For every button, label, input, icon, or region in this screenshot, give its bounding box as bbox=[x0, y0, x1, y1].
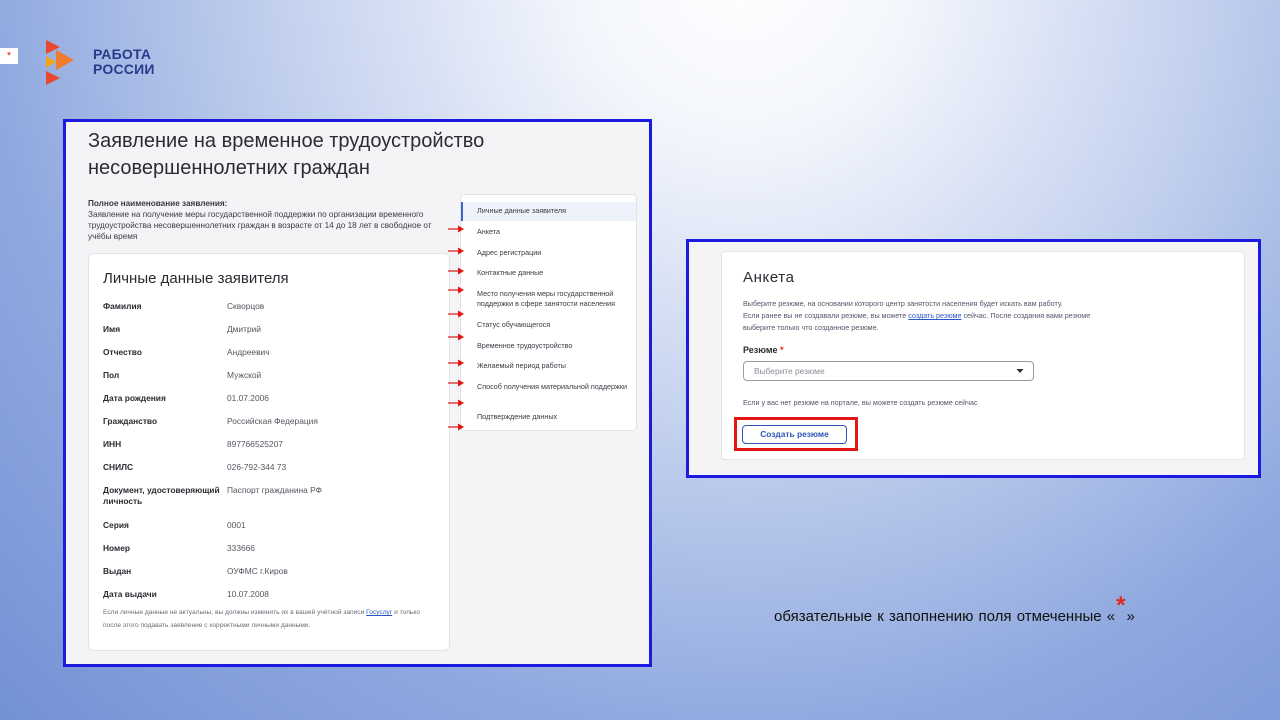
red-arrow-icon bbox=[448, 225, 464, 233]
nav-item-payment-method[interactable]: Способ получения материальной поддержки bbox=[461, 382, 636, 392]
required-mark: * bbox=[780, 345, 784, 355]
anketa-card: Анкета Выберите резюме, на основании кот… bbox=[721, 251, 1245, 460]
nav-item-temporary-employment[interactable]: Временное трудоустройство bbox=[461, 341, 636, 351]
red-arrow-icon bbox=[448, 379, 464, 387]
anketa-description: Выберите резюме, на основании которого ц… bbox=[743, 299, 1091, 332]
red-arrow-icon bbox=[448, 399, 464, 407]
nav-item-confirmation[interactable]: Подтверждение данных bbox=[461, 412, 636, 422]
form-sections-nav: Личные данные заявителя Анкета Адрес рег… bbox=[460, 194, 637, 431]
personal-data-note: Если личные данные не актуальны, вы долж… bbox=[103, 609, 420, 629]
required-fields-footnote: обязательные к запопнению поля отмеченны… bbox=[774, 592, 1135, 625]
resume-select[interactable]: Выберите резюме bbox=[743, 361, 1034, 381]
nav-item-anketa[interactable]: Анкета bbox=[461, 227, 636, 237]
create-resume-link[interactable]: создать резюме bbox=[908, 311, 961, 320]
page-title: Заявление на временное трудоустройство н… bbox=[88, 130, 485, 179]
nav-item-registration-address[interactable]: Адрес регистрации bbox=[461, 248, 636, 258]
personal-data-card: Личные данные заявителя Фамилия Скворцов… bbox=[88, 253, 450, 651]
red-arrow-icon bbox=[448, 359, 464, 367]
nav-item-contacts[interactable]: Контактные данные bbox=[461, 268, 636, 278]
red-arrow-icon bbox=[448, 333, 464, 341]
nav-item-support-location[interactable]: Место получения меры государственной под… bbox=[461, 289, 636, 309]
red-arrow-icon bbox=[448, 286, 464, 294]
red-arrow-icon bbox=[448, 267, 464, 275]
logo-arrows-icon bbox=[46, 40, 74, 85]
anketa-screenshot: Анкета Выберите резюме, на основании кот… bbox=[686, 239, 1261, 478]
nav-item-student-status[interactable]: Статус обучающегося bbox=[461, 320, 636, 330]
gosuslugi-link[interactable]: Госуслуг bbox=[366, 609, 392, 616]
no-resume-text: Если у вас нет резюме на портале, вы мож… bbox=[743, 398, 978, 407]
application-form-screenshot: Заявление на временное трудоустройство н… bbox=[63, 119, 652, 667]
card-title: Личные данные заявителя bbox=[103, 270, 289, 287]
application-fullname: Полное наименование заявления: Заявление… bbox=[88, 199, 432, 241]
red-arrow-icon bbox=[448, 423, 464, 431]
red-arrow-icon bbox=[448, 310, 464, 318]
nav-item-work-period[interactable]: Желаемый период работы bbox=[461, 361, 636, 371]
resume-label: Резюме * bbox=[743, 345, 784, 355]
logo-text: РАБОТА РОССИИ bbox=[93, 46, 155, 77]
nav-item-personal-data[interactable]: Личные данные заявителя bbox=[461, 202, 636, 221]
anketa-title: Анкета bbox=[743, 269, 795, 286]
rabota-rossii-logo: РАБОТА РОССИИ bbox=[44, 38, 155, 86]
highlight-frame: Создать резюме bbox=[734, 417, 858, 451]
chevron-down-icon bbox=[1016, 369, 1024, 373]
required-star: * bbox=[1116, 592, 1126, 619]
red-arrow-icon bbox=[448, 247, 464, 255]
create-resume-button[interactable]: Создать резюме bbox=[742, 425, 847, 444]
corner-mark: * bbox=[0, 48, 18, 64]
